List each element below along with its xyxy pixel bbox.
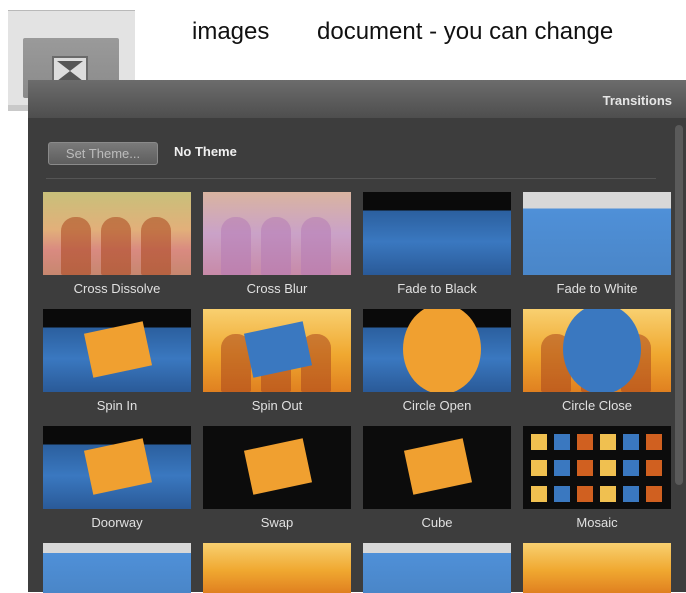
transition-label: Fade to White	[556, 281, 638, 296]
circle-shape	[563, 309, 641, 392]
transition-thumbnail[interactable]	[363, 426, 511, 509]
transition-thumbnail[interactable]	[363, 543, 511, 593]
panel-title: Transitions	[602, 93, 672, 108]
set-theme-button[interactable]: Set Theme...	[48, 142, 158, 165]
transition-label: Mosaic	[576, 515, 618, 530]
transition-thumbnail[interactable]	[203, 543, 351, 593]
mosaic-square	[600, 434, 616, 450]
mosaic-square	[531, 460, 547, 476]
transition-label: Spin In	[96, 398, 138, 413]
transition-thumbnail[interactable]	[523, 426, 671, 509]
transition-thumbnail[interactable]	[203, 192, 351, 275]
mosaic-square	[623, 486, 639, 502]
transition-label: Cube	[421, 515, 453, 530]
mosaic-square	[600, 460, 616, 476]
transition-label: Cross Dissolve	[73, 281, 161, 296]
transition-thumbnail[interactable]	[43, 192, 191, 275]
mosaic-square	[554, 460, 570, 476]
mosaic-square	[623, 434, 639, 450]
mosaic-square	[554, 434, 570, 450]
transition-thumbnail[interactable]	[363, 192, 511, 275]
mosaic-square	[577, 434, 593, 450]
silhouette	[61, 216, 91, 275]
mosaic-square	[646, 434, 662, 450]
mosaic-square	[646, 460, 662, 476]
silhouette	[141, 216, 171, 275]
effect-panel	[243, 438, 313, 495]
transition-thumbnail[interactable]	[523, 192, 671, 275]
effect-panel	[83, 321, 153, 378]
transition-label: Circle Close	[561, 398, 633, 413]
transition-thumbnail[interactable]	[523, 543, 671, 593]
transitions-panel: Transitions Set Theme... No Theme Cross …	[28, 80, 686, 593]
silhouette	[261, 216, 291, 275]
mosaic-square	[577, 486, 593, 502]
mosaic-square	[531, 434, 547, 450]
effect-panel	[403, 438, 473, 495]
mosaic-square	[600, 486, 616, 502]
caption-text-left: images	[192, 18, 270, 45]
circle-shape	[403, 309, 481, 392]
effect-panel	[83, 438, 153, 495]
transition-label: Doorway	[91, 515, 143, 530]
mosaic-square	[623, 460, 639, 476]
panel-header: Transitions	[28, 80, 686, 118]
transition-label: Spin Out	[251, 398, 303, 413]
transition-thumbnail[interactable]	[523, 309, 671, 392]
theme-value-label: No Theme	[174, 144, 237, 159]
transition-thumbnail[interactable]	[203, 426, 351, 509]
transition-thumbnail[interactable]	[203, 309, 351, 392]
transition-label: Fade to Black	[397, 281, 477, 296]
mosaic-square	[646, 486, 662, 502]
transition-thumbnail[interactable]	[363, 309, 511, 392]
transition-thumbnail[interactable]	[43, 426, 191, 509]
mosaic-square	[531, 486, 547, 502]
caption-text-right: document - you can change	[317, 18, 614, 45]
silhouette	[101, 216, 131, 275]
transition-label: Cross Blur	[246, 281, 308, 296]
transition-label: Swap	[260, 515, 294, 530]
divider	[46, 178, 656, 179]
transition-thumbnail[interactable]	[43, 309, 191, 392]
mosaic-square	[554, 486, 570, 502]
panel-scrollbar[interactable]	[675, 125, 683, 485]
silhouette	[221, 216, 251, 275]
transition-label: Circle Open	[402, 398, 472, 413]
silhouette	[301, 216, 331, 275]
mosaic-square	[577, 460, 593, 476]
transition-thumbnail[interactable]	[43, 543, 191, 593]
